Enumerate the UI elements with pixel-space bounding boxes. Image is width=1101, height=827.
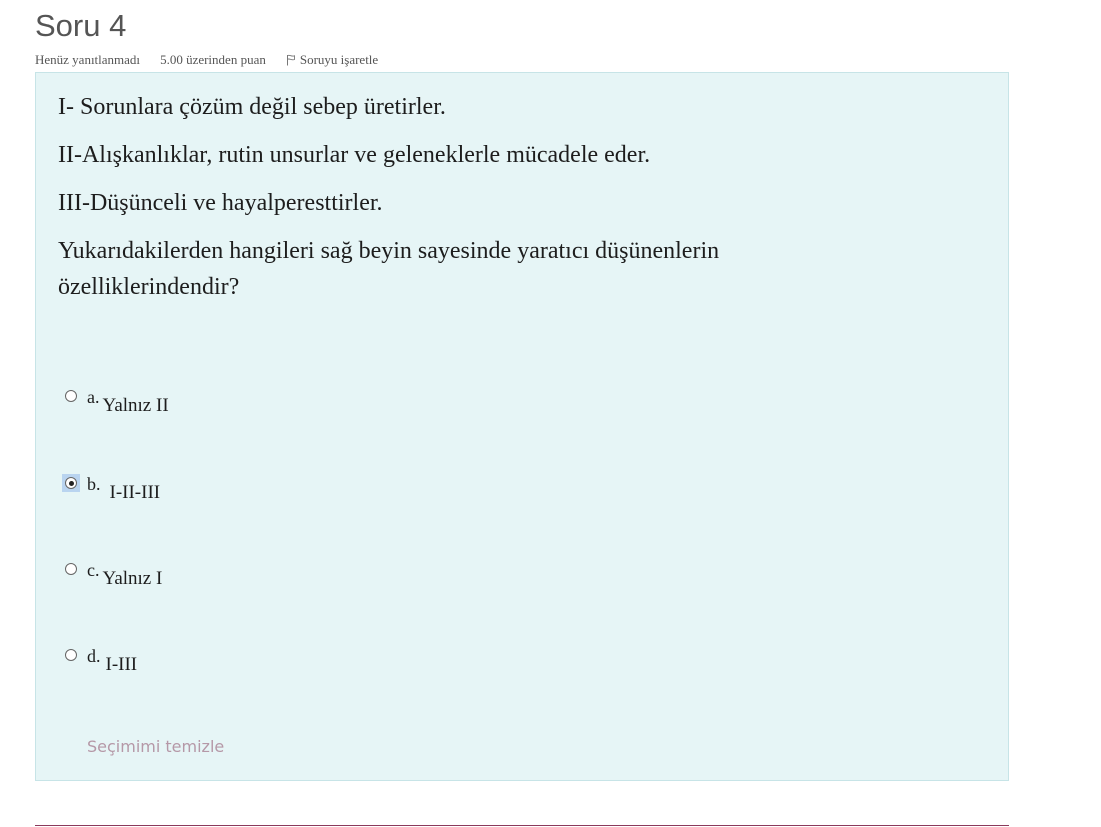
answer-option-b[interactable]: b. I-II-III — [62, 474, 160, 504]
radio-a[interactable] — [62, 387, 80, 405]
option-letter: c. — [87, 560, 100, 580]
question-status: Henüz yanıtlanmadı — [35, 52, 141, 67]
option-text: I-II-III — [109, 482, 161, 503]
option-letter: a. — [87, 387, 100, 407]
option-letter: d. — [87, 646, 101, 666]
question-panel: I- Sorunlara çözüm değil sebep üretirler… — [35, 72, 1009, 781]
flag-icon — [286, 54, 295, 66]
statement-3: III-Düşünceli ve hayalperesttirler. — [58, 190, 383, 216]
radio-d[interactable] — [62, 646, 80, 664]
statement-2: II-Alışkanlıklar, rutin unsurlar ve gele… — [58, 142, 651, 168]
flag-question-link[interactable]: Soruyu işaretle — [286, 52, 378, 68]
option-text: Yalnız II — [102, 395, 169, 416]
question-info: Henüz yanıtlanmadı 5.00 üzerinden puan S… — [35, 52, 378, 68]
clear-selection-link[interactable]: Seçimimi temizle — [87, 737, 224, 756]
option-text: I-III — [105, 654, 138, 675]
question-text: I- Sorunlara çözüm değil sebep üretirler… — [58, 89, 818, 317]
radio-b-selected[interactable] — [62, 474, 80, 492]
question-grade: 5.00 üzerinden puan — [160, 52, 266, 67]
answer-option-c[interactable]: c. Yalnız I — [62, 560, 162, 590]
answer-option-d[interactable]: d. I-III — [62, 646, 137, 676]
statement-1: I- Sorunlara çözüm değil sebep üretirler… — [58, 94, 446, 120]
radio-c[interactable] — [62, 560, 80, 578]
question-title: Soru 4 — [35, 8, 127, 43]
question-prompt: Yukarıdakilerden hangileri sağ beyin say… — [58, 238, 720, 300]
answer-option-a[interactable]: a. Yalnız II — [62, 387, 169, 417]
flag-question-label: Soruyu işaretle — [299, 52, 379, 67]
option-letter: b. — [87, 474, 101, 494]
divider — [35, 825, 1009, 826]
option-text: Yalnız I — [102, 568, 163, 589]
